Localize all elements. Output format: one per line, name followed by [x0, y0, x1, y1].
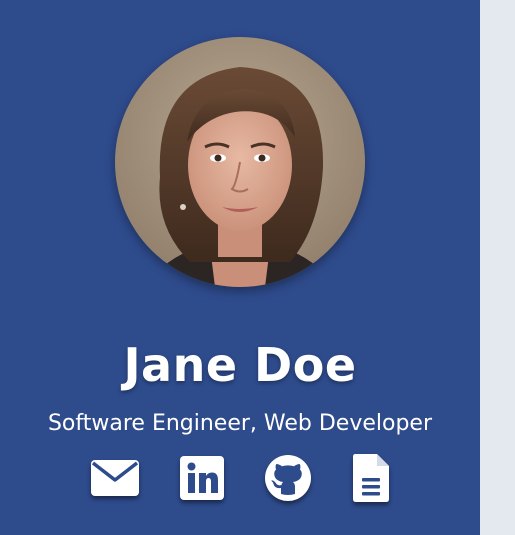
social-links: [0, 452, 480, 504]
envelope-icon[interactable]: [89, 452, 141, 504]
page: Jane Doe Software Engineer, Web Develope…: [0, 0, 515, 535]
profile-name: Jane Doe: [123, 338, 357, 392]
profile-subtitle: Software Engineer, Web Developer: [47, 411, 433, 436]
avatar-photo: [115, 37, 365, 287]
document-icon[interactable]: [345, 452, 397, 504]
avatar: [115, 37, 365, 287]
github-icon[interactable]: [262, 452, 314, 504]
profile-sidebar: Jane Doe Software Engineer, Web Develope…: [0, 0, 480, 535]
content-area: [480, 0, 515, 535]
linkedin-icon[interactable]: [176, 452, 228, 504]
